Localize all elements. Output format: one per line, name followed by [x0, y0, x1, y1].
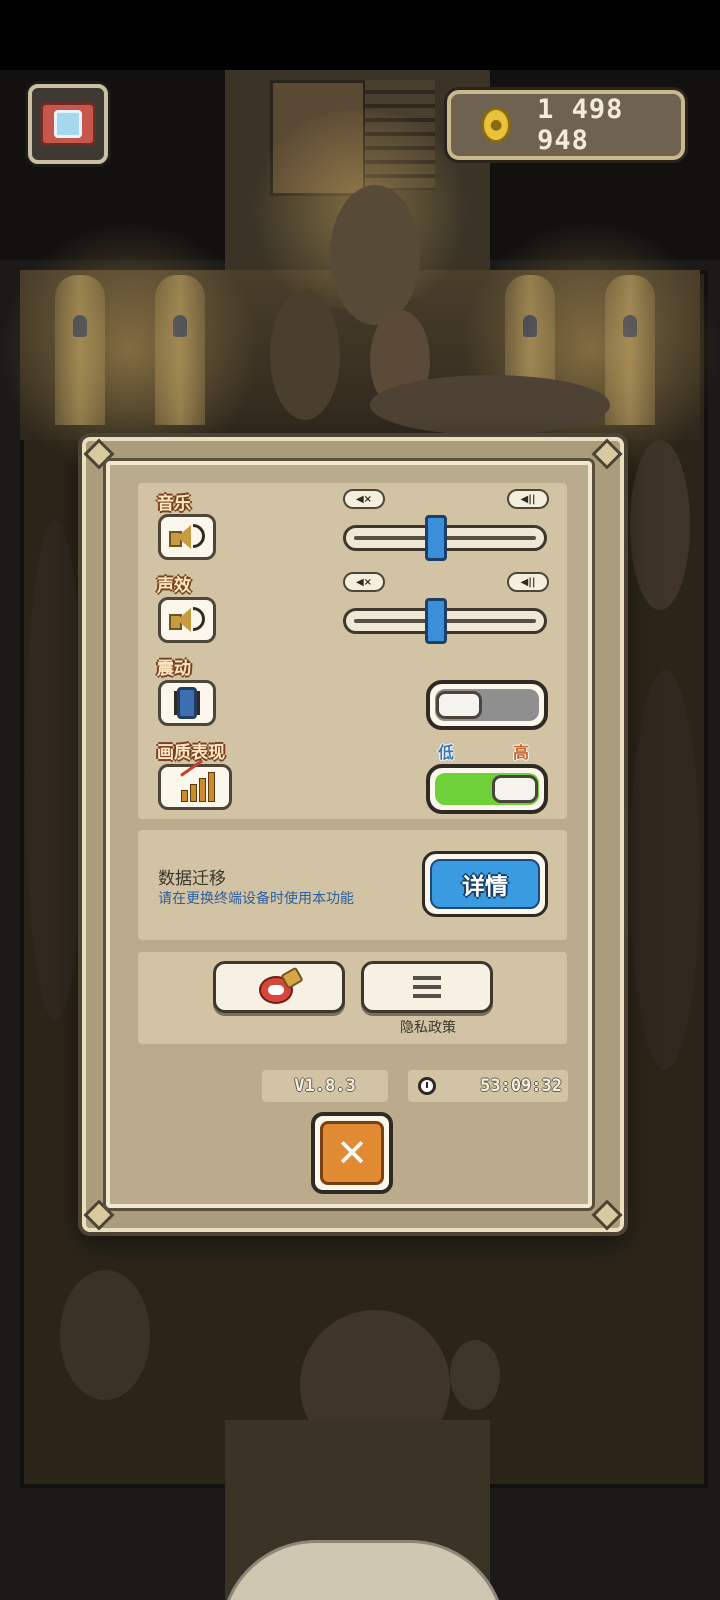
- music-icon-button[interactable]: [158, 514, 216, 560]
- music-volume-thumb[interactable]: [424, 515, 447, 561]
- frame-ornament: [591, 1199, 623, 1231]
- quality-icon-button[interactable]: [158, 759, 232, 810]
- close-icon: ✕: [320, 1121, 384, 1185]
- visitor-group: [330, 185, 420, 325]
- links-card: [138, 952, 567, 1044]
- speaker-icon: [169, 605, 205, 635]
- speaker-icon: [169, 522, 205, 552]
- camera-button[interactable]: [28, 84, 108, 164]
- details-button[interactable]: 详情: [422, 851, 548, 917]
- toggle-knob: [492, 775, 538, 803]
- visitor-group: [370, 375, 610, 435]
- community-icon: [259, 966, 304, 1004]
- details-button-label: 详情: [430, 859, 540, 909]
- quality-high-label: 高: [513, 743, 530, 762]
- music-label: 音乐: [157, 494, 191, 514]
- data-migration-title: 数据迁移: [158, 869, 226, 889]
- quality-toggle[interactable]: [426, 764, 548, 814]
- visitor-group: [270, 290, 340, 420]
- list-icon: [413, 976, 441, 998]
- vibration-label: 震动: [157, 659, 191, 679]
- gold-coin-icon: ●: [481, 107, 512, 143]
- quality-low-label: 低: [438, 743, 455, 762]
- visitor-group: [450, 1340, 500, 1410]
- visitor-group: [630, 440, 690, 610]
- sfx-icon-button[interactable]: [158, 597, 216, 643]
- visitor-group: [25, 520, 85, 1020]
- visitor-group: [630, 670, 700, 1070]
- version-text: V1.8.3: [294, 1076, 356, 1096]
- volume-max-icon: ◀||: [507, 572, 549, 592]
- quality-chart-icon: [177, 759, 215, 802]
- vibrate-phone-icon: [177, 687, 197, 719]
- sfx-volume-thumb[interactable]: [424, 598, 447, 644]
- version-chip: V1.8.3: [262, 1070, 388, 1102]
- frame-ornament: [591, 438, 623, 470]
- vibration-icon-button[interactable]: [158, 680, 216, 726]
- quality-label: 画质表现: [157, 743, 225, 763]
- visitor-group: [60, 1270, 150, 1400]
- privacy-policy-button[interactable]: [361, 961, 493, 1013]
- clock-icon: [418, 1077, 436, 1095]
- coin-amount: 1 498 948: [537, 94, 624, 156]
- close-button[interactable]: ✕: [311, 1112, 393, 1194]
- vibration-toggle[interactable]: [426, 680, 548, 730]
- coin-counter: ● 1 498 948: [447, 90, 685, 160]
- volume-mute-icon: ◀×: [343, 572, 385, 592]
- playtime-text: 53:09:32: [480, 1076, 562, 1096]
- volume-max-icon: ◀||: [507, 489, 549, 509]
- community-button[interactable]: [213, 961, 345, 1013]
- sfx-label: 声效: [157, 576, 191, 596]
- toggle-knob: [436, 691, 482, 719]
- status-bar: [0, 0, 720, 70]
- camera-icon: [40, 102, 96, 146]
- volume-mute-icon: ◀×: [343, 489, 385, 509]
- data-migration-subtitle: 请在更换终端设备时使用本功能: [158, 891, 354, 907]
- playtime-chip: 53:09:32: [408, 1070, 568, 1102]
- privacy-policy-label: 隐私政策: [400, 1020, 456, 1036]
